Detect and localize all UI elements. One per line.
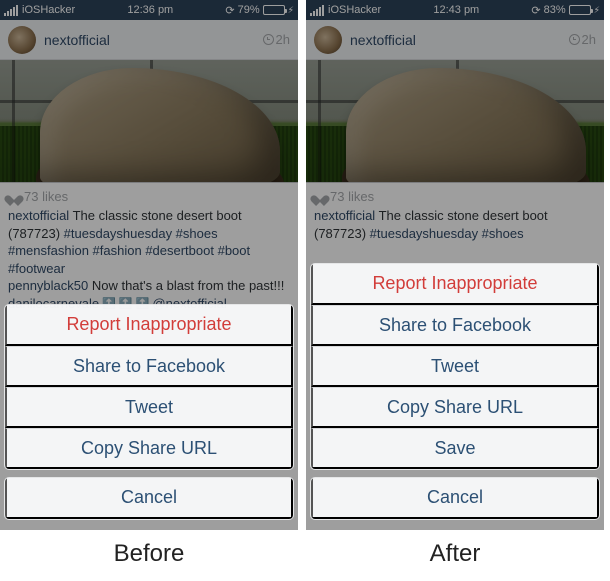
post-timestamp: 2h: [263, 32, 290, 47]
action-sheet-options: Report Inappropriate Share to Facebook T…: [310, 263, 600, 470]
post-meta: 73 likes nextofficial The classic stone …: [0, 183, 298, 316]
clock-icon: [569, 34, 580, 45]
action-sheet-options: Report Inappropriate Share to Facebook T…: [4, 304, 294, 470]
action-sheet-cancel-group: Cancel: [4, 477, 294, 520]
post-caption: nextofficial The classic stone desert bo…: [314, 207, 596, 242]
copy-url-button[interactable]: Copy Share URL: [5, 428, 293, 469]
report-button[interactable]: Report Inappropriate: [5, 305, 293, 346]
post-meta: 73 likes nextofficial The classic stone …: [306, 183, 604, 246]
post-header[interactable]: nextofficial 2h: [0, 20, 298, 60]
post-comment: pennyblack50 Now that's a blast from the…: [8, 277, 290, 295]
copy-url-button[interactable]: Copy Share URL: [311, 387, 599, 428]
heart-icon: [8, 191, 20, 202]
screenshot-after: iOSHacker 12:43 pm ⟳ 83% ⚡︎ nextofficial…: [306, 0, 604, 530]
share-facebook-button[interactable]: Share to Facebook: [5, 346, 293, 387]
cancel-button[interactable]: Cancel: [311, 478, 599, 519]
label-before: Before: [0, 530, 298, 574]
tweet-button[interactable]: Tweet: [311, 346, 599, 387]
battery-percent: 83%: [544, 4, 566, 16]
post-username[interactable]: nextofficial: [44, 32, 263, 48]
battery-percent: 79%: [238, 4, 260, 16]
action-sheet: Report Inappropriate Share to Facebook T…: [310, 263, 600, 527]
charging-icon: ⚡︎: [288, 5, 294, 16]
likes-count[interactable]: 73 likes: [8, 189, 290, 204]
heart-icon: [314, 191, 326, 202]
label-after: After: [306, 530, 604, 574]
share-facebook-button[interactable]: Share to Facebook: [311, 305, 599, 346]
signal-bars-icon: [4, 5, 18, 16]
battery-icon: [569, 5, 591, 15]
post-header[interactable]: nextofficial 2h: [306, 20, 604, 60]
post-username[interactable]: nextofficial: [350, 32, 569, 48]
post-photo[interactable]: [306, 60, 604, 183]
tweet-button[interactable]: Tweet: [5, 387, 293, 428]
action-sheet-cancel-group: Cancel: [310, 477, 600, 520]
charging-icon: ⚡︎: [594, 5, 600, 16]
loading-icon: ⟳: [531, 4, 540, 17]
signal-bars-icon: [310, 5, 324, 16]
status-bar: iOSHacker 12:43 pm ⟳ 83% ⚡︎: [306, 0, 604, 20]
clock-time: 12:43 pm: [381, 4, 531, 16]
battery-icon: [263, 5, 285, 15]
action-sheet: Report Inappropriate Share to Facebook T…: [4, 304, 294, 527]
clock-time: 12:36 pm: [75, 4, 225, 16]
save-button[interactable]: Save: [311, 428, 599, 469]
status-bar: iOSHacker 12:36 pm ⟳ 79% ⚡︎: [0, 0, 298, 20]
clock-icon: [263, 34, 274, 45]
report-button[interactable]: Report Inappropriate: [311, 264, 599, 305]
screenshot-before: iOSHacker 12:36 pm ⟳ 79% ⚡︎ nextofficial…: [0, 0, 298, 530]
likes-count[interactable]: 73 likes: [314, 189, 596, 204]
post-timestamp: 2h: [569, 32, 596, 47]
carrier-label: iOSHacker: [328, 4, 381, 16]
post-photo[interactable]: [0, 60, 298, 183]
avatar[interactable]: [8, 26, 36, 54]
avatar[interactable]: [314, 26, 342, 54]
post-caption: nextofficial The classic stone desert bo…: [8, 207, 290, 277]
loading-icon: ⟳: [225, 4, 234, 17]
cancel-button[interactable]: Cancel: [5, 478, 293, 519]
carrier-label: iOSHacker: [22, 4, 75, 16]
